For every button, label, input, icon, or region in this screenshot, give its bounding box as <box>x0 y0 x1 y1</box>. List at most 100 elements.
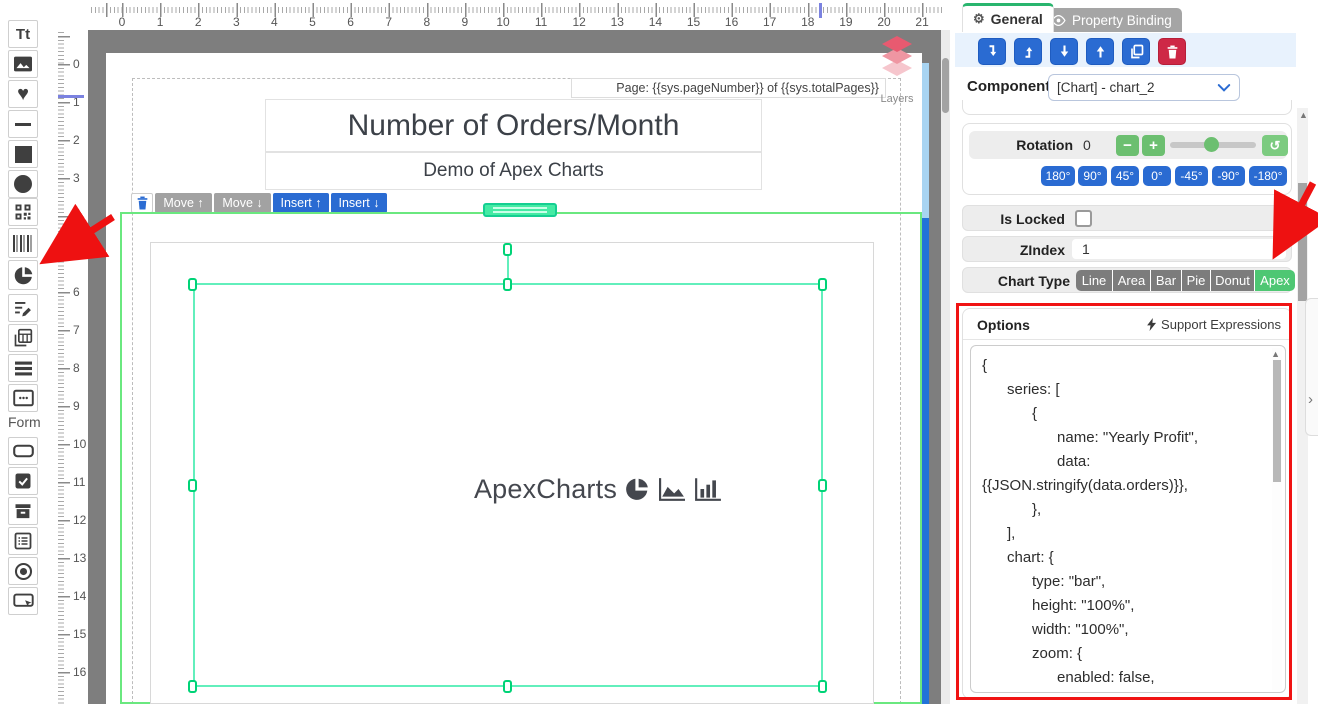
row-drag-handle[interactable] <box>483 203 557 217</box>
report-designer-window: Tt ♥ <box>0 0 1318 704</box>
code-scrollbar-thumb[interactable] <box>1273 360 1281 482</box>
rectangle-tool[interactable] <box>8 140 38 168</box>
canvas-scrollbar-thumb[interactable] <box>922 63 929 218</box>
rotation-reset-button[interactable]: ↺ <box>1262 135 1288 156</box>
panel-tool[interactable] <box>8 384 38 412</box>
page-number-component[interactable]: Page: {{sys.pageNumber}} of {{sys.totalP… <box>571 78 886 98</box>
resize-handle-n[interactable] <box>503 278 512 291</box>
rotate-0-button[interactable]: 0° <box>1143 166 1171 186</box>
rotation-increase-button[interactable]: + <box>1142 135 1165 156</box>
rotate-90-button[interactable]: 90° <box>1078 166 1107 186</box>
ruler-major-ticks <box>58 30 70 704</box>
layers-widget[interactable]: Layers <box>876 35 918 105</box>
resize-handle-w[interactable] <box>188 479 197 492</box>
circle-tool[interactable] <box>8 170 38 198</box>
tab-general[interactable]: ⚙ General <box>962 3 1054 32</box>
chart-type-area[interactable]: Area <box>1113 270 1151 291</box>
component-select[interactable]: [Chart] - chart_2 <box>1048 74 1240 101</box>
line-tool[interactable] <box>8 110 38 138</box>
rotate-neg45-button[interactable]: -45° <box>1175 166 1208 186</box>
panel-icon <box>13 389 34 407</box>
resize-handle-sw[interactable] <box>188 680 197 693</box>
resize-handle-nw[interactable] <box>188 278 197 291</box>
ruler-number: 2 <box>195 15 202 29</box>
support-expressions-label: Support Expressions <box>1161 317 1281 332</box>
chevron-right-icon: › <box>1308 391 1313 408</box>
delete-row-button[interactable] <box>131 193 153 213</box>
duplicate-button[interactable] <box>1122 38 1150 65</box>
move-up-button[interactable] <box>1086 38 1114 65</box>
pie-chart-icon <box>13 265 34 286</box>
delete-component-button[interactable] <box>1158 38 1186 65</box>
rotation-card: Rotation 0 − + ↺ 180° 90° 45° 0° -45° -9… <box>962 123 1292 195</box>
button-tool[interactable] <box>8 587 38 615</box>
scroll-up-icon[interactable]: ▲ <box>1271 349 1280 359</box>
rotation-slider-thumb[interactable] <box>1204 137 1219 152</box>
workspace-scrollbar-thumb[interactable] <box>942 58 949 113</box>
chart-type-donut[interactable]: Donut <box>1211 270 1255 291</box>
table-icon <box>13 328 33 348</box>
rotate-45-button[interactable]: 45° <box>1111 166 1139 186</box>
rotation-handle[interactable] <box>503 243 512 256</box>
input-tool[interactable] <box>8 437 38 465</box>
resize-handle-se[interactable] <box>818 680 827 693</box>
zindex-label: ZIndex <box>973 242 1065 258</box>
panel-expander-tab[interactable]: › <box>1305 298 1318 436</box>
panel-scroll-up-icon[interactable]: ▲ <box>1299 110 1308 120</box>
resize-handle-e[interactable] <box>818 479 827 492</box>
image-tool[interactable] <box>8 50 38 78</box>
resize-handle-ne[interactable] <box>818 278 827 291</box>
ruler-number: 14 <box>73 589 86 603</box>
line-icon <box>15 123 31 126</box>
combo-box-icon <box>14 502 32 520</box>
checkbox-tool[interactable] <box>8 467 38 495</box>
richtext-tool[interactable] <box>8 294 38 322</box>
is-locked-label: Is Locked <box>973 211 1065 227</box>
ruler-number: 12 <box>73 513 86 527</box>
rotate-neg180-button[interactable]: -180° <box>1249 166 1287 186</box>
panel-scrollbar-thumb[interactable] <box>1298 183 1307 301</box>
move-row-down-button[interactable]: Move ↓ <box>214 193 271 213</box>
design-canvas[interactable]: Page: {{sys.pageNumber}} of {{sys.totalP… <box>88 30 950 704</box>
report-title-component[interactable]: Number of Orders/Month <box>265 99 762 152</box>
chevron-down-icon <box>1217 83 1231 93</box>
move-down-button[interactable] <box>1050 38 1078 65</box>
combobox-tool[interactable] <box>8 497 38 525</box>
listbox-tool[interactable] <box>8 527 38 555</box>
zindex-input[interactable] <box>1072 239 1286 259</box>
qrcode-tool[interactable] <box>8 198 38 226</box>
text-tool[interactable]: Tt <box>8 20 38 48</box>
resize-handle-s[interactable] <box>503 680 512 693</box>
properties-panel: ⚙ General Property Binding <box>955 0 1318 704</box>
workspace-scrollbar-track[interactable] <box>941 30 950 704</box>
send-backward-button[interactable] <box>978 38 1006 65</box>
trash-icon <box>136 196 149 210</box>
insert-row-above-button[interactable]: Insert ↑ <box>273 193 329 213</box>
table-tool[interactable] <box>8 324 38 352</box>
move-row-up-button[interactable]: Move ↑ <box>155 193 212 213</box>
chart-type-apex[interactable]: Apex <box>1255 270 1295 291</box>
ruler-number: 6 <box>73 285 80 299</box>
chart-type-pie[interactable]: Pie <box>1182 270 1211 291</box>
list-tool[interactable] <box>8 354 38 382</box>
options-code-editor[interactable]: { series: [ { name: "Yearly Profit", dat… <box>970 345 1286 693</box>
rotate-180-button[interactable]: 180° <box>1041 166 1075 186</box>
is-locked-checkbox[interactable] <box>1075 210 1092 227</box>
barcode-tool[interactable] <box>8 228 38 258</box>
zindex-row: ZIndex <box>962 236 1292 262</box>
radio-tool[interactable] <box>8 557 38 585</box>
reset-icon: ↺ <box>1270 138 1281 154</box>
bring-forward-button[interactable] <box>1014 38 1042 65</box>
insert-row-below-button[interactable]: Insert ↓ <box>331 193 387 213</box>
rotation-decrease-button[interactable]: − <box>1116 135 1139 156</box>
rotate-neg90-button[interactable]: -90° <box>1212 166 1245 186</box>
heart-tool[interactable]: ♥ <box>8 80 38 108</box>
chart-type-bar[interactable]: Bar <box>1151 270 1182 291</box>
chart-type-line[interactable]: Line <box>1076 270 1113 291</box>
piechart-tool[interactable] <box>8 260 38 290</box>
ruler-number: 9 <box>73 399 80 413</box>
chart-type-row: Chart Type Line Area Bar Pie Donut Apex <box>962 267 1292 293</box>
options-code[interactable]: { series: [ { name: "Yearly Profit", dat… <box>982 354 1198 693</box>
tab-property-binding[interactable]: Property Binding <box>1041 8 1182 32</box>
report-subtitle-component[interactable]: Demo of Apex Charts <box>265 152 762 190</box>
